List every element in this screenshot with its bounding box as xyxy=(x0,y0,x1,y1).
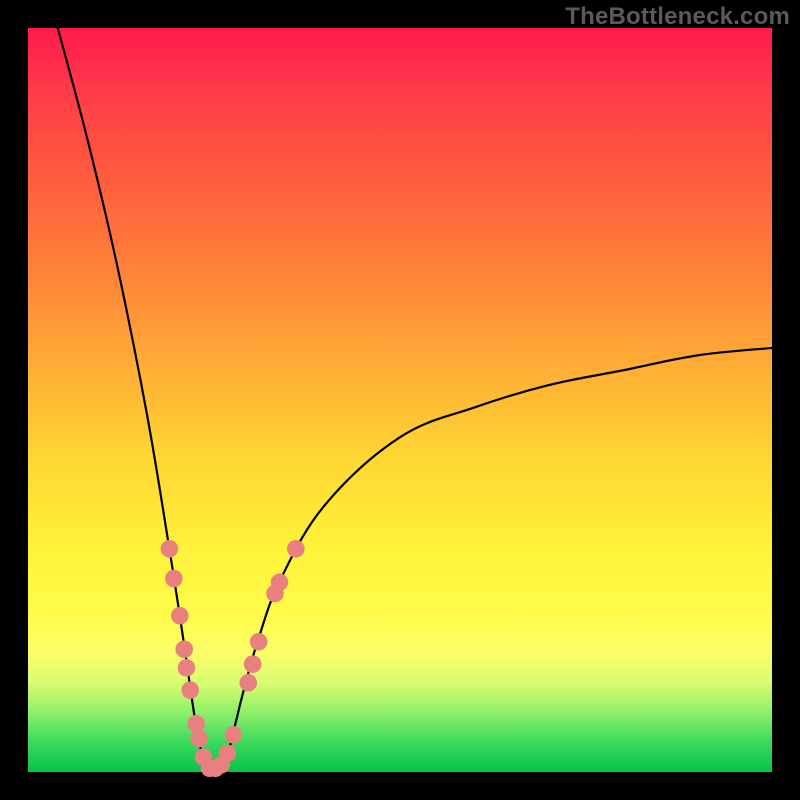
curve-marker xyxy=(219,745,237,763)
curve-marker xyxy=(171,607,189,625)
curve-marker xyxy=(287,540,305,558)
curve-marker xyxy=(175,640,193,658)
watermark-text: TheBottleneck.com xyxy=(565,3,790,31)
curve-marker xyxy=(187,715,205,733)
curve-marker xyxy=(161,540,179,558)
curve-marker xyxy=(271,573,289,591)
curve-marker xyxy=(165,570,183,588)
curve-marker xyxy=(190,730,208,748)
curve-marker xyxy=(239,674,257,692)
curve-marker xyxy=(225,726,243,744)
curve-marker xyxy=(244,655,262,673)
curve-marker xyxy=(178,659,196,677)
curve-marker xyxy=(181,681,199,699)
chart-overlay xyxy=(28,28,772,772)
bottleneck-curve xyxy=(58,28,772,772)
curve-marker xyxy=(250,633,268,651)
curve-markers xyxy=(161,540,305,777)
